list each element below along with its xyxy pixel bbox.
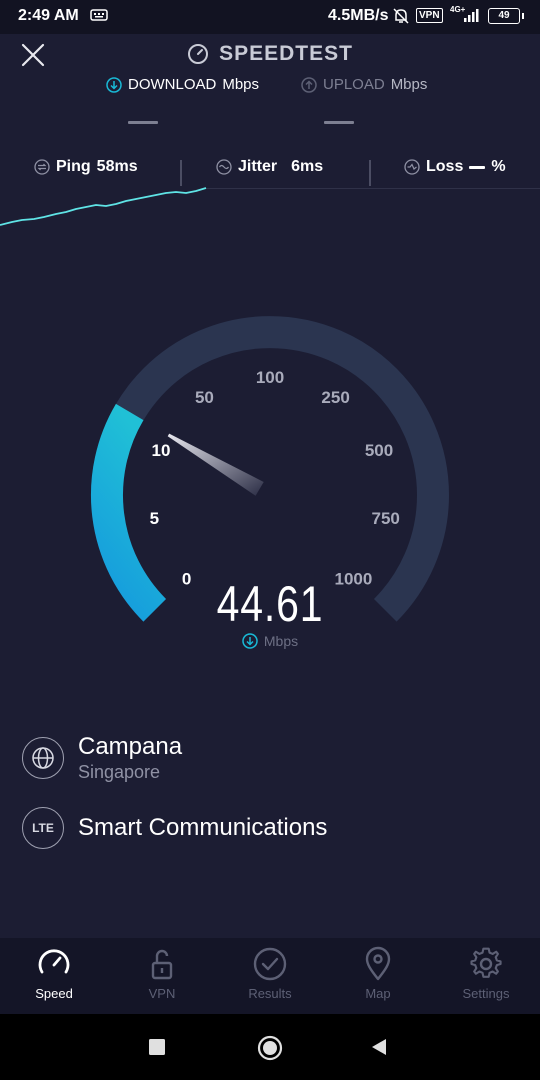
- isp-name: Smart Communications: [78, 814, 328, 841]
- isp-row: LTE Smart Communications: [22, 807, 327, 849]
- server-host-row[interactable]: Campana Singapore: [22, 733, 182, 783]
- upload-arrow-icon: [301, 76, 317, 93]
- lte-badge-icon: LTE: [22, 807, 64, 849]
- loss-icon: [404, 159, 420, 175]
- speedometer-logo-icon: [188, 44, 209, 64]
- download-arrow-icon: [106, 76, 122, 93]
- vpn-badge: VPN: [416, 8, 443, 23]
- header: SPEEDTEST: [0, 42, 540, 70]
- gauge-tick-labels: 0510501002505007501000: [150, 368, 400, 588]
- loss-label: Loss: [426, 158, 464, 175]
- nav-vpn[interactable]: VPN: [108, 938, 216, 1014]
- network-speed: 4.5MB/s: [328, 7, 389, 24]
- lte-badge-text: LTE: [32, 821, 54, 835]
- jitter-icon: [216, 159, 232, 175]
- keyboard-icon: [90, 8, 108, 27]
- metric-ping: Ping 58ms: [34, 158, 138, 176]
- ping-icon: [34, 159, 50, 175]
- gauge-tick-label: 10: [152, 441, 171, 460]
- test-tabs: DOWNLOAD Mbps UPLOAD Mbps: [0, 76, 540, 98]
- tab-upload-unit: Mbps: [390, 76, 428, 93]
- metrics-divider: [369, 160, 371, 186]
- tab-upload-label: UPLOAD: [323, 76, 385, 93]
- tab-download[interactable]: DOWNLOAD Mbps: [106, 76, 259, 93]
- nav-speed[interactable]: Speed: [0, 938, 108, 1014]
- nav-settings[interactable]: Settings: [432, 938, 540, 1014]
- globe-icon: [22, 737, 64, 779]
- loss-unit: %: [491, 158, 506, 175]
- server-host-location: Singapore: [78, 762, 161, 782]
- speedometer-icon: [38, 949, 70, 974]
- circle-home-icon: [257, 1035, 283, 1061]
- gauge-tick-label: 100: [256, 368, 284, 387]
- gauge-tick-label: 750: [372, 509, 400, 528]
- app-title-text: SPEEDTEST: [219, 42, 353, 65]
- battery-indicator: 49: [488, 8, 524, 24]
- gauge-tick-label: 50: [195, 388, 214, 407]
- current-speed-value: 44.61: [216, 576, 324, 632]
- metric-loss: Loss %: [404, 158, 506, 176]
- ping-label: Ping: [56, 158, 91, 175]
- tab-download-unit: Mbps: [222, 76, 260, 93]
- nav-speed-label: Speed: [35, 986, 73, 1001]
- bottom-nav: Speed VPN Results Map Settings: [0, 938, 540, 1014]
- status-bar: 2:49 AM 4.5MB/s VPN 4G+ 49: [0, 0, 540, 34]
- recents-button[interactable]: [149, 1039, 165, 1060]
- nav-map[interactable]: Map: [324, 938, 432, 1014]
- download-sparkline: [0, 187, 207, 226]
- check-circle-icon: [253, 947, 287, 981]
- system-navigation-bar: [0, 1014, 540, 1080]
- square-icon: [149, 1039, 165, 1055]
- gauge-needle: [167, 433, 264, 496]
- app-title: SPEEDTEST: [187, 42, 353, 66]
- tab-upload[interactable]: UPLOAD Mbps: [301, 76, 427, 93]
- server-host-name: Campana: [78, 733, 183, 760]
- upload-value-placeholder: [324, 121, 354, 124]
- jitter-value: 6ms: [291, 158, 324, 175]
- tab-download-label: DOWNLOAD: [128, 76, 217, 93]
- download-arrow-icon: [242, 633, 258, 649]
- gauge-tick-label: 5: [150, 509, 159, 528]
- mute-bell-icon: [392, 8, 410, 29]
- metric-jitter: Jitter 6ms: [216, 158, 323, 176]
- unlock-icon: [151, 949, 173, 980]
- status-time: 2:49 AM: [18, 7, 79, 24]
- triangle-back-icon: [372, 1039, 386, 1055]
- signal-icon: [462, 8, 482, 27]
- back-button[interactable]: [370, 1038, 388, 1061]
- gear-icon: [470, 947, 502, 978]
- home-button[interactable]: [257, 1035, 283, 1066]
- nav-vpn-label: VPN: [148, 986, 176, 1001]
- gauge-tick-label: 250: [321, 388, 349, 407]
- nav-results-label: Results: [248, 986, 292, 1001]
- loss-value-dash: [469, 165, 486, 169]
- nav-map-label: Map: [365, 986, 391, 1001]
- speed-unit-label: Mbps: [263, 633, 299, 649]
- nav-settings-label: Settings: [462, 986, 510, 1001]
- download-value-placeholder: [128, 121, 158, 124]
- speed-unit-row: Mbps: [0, 633, 540, 649]
- map-pin-icon: [365, 946, 391, 981]
- graph-baseline: [205, 188, 540, 189]
- jitter-label: Jitter: [238, 158, 278, 175]
- gauge-tick-label: 500: [365, 441, 393, 460]
- ping-value: 58ms: [96, 158, 138, 175]
- nav-results[interactable]: Results: [216, 938, 324, 1014]
